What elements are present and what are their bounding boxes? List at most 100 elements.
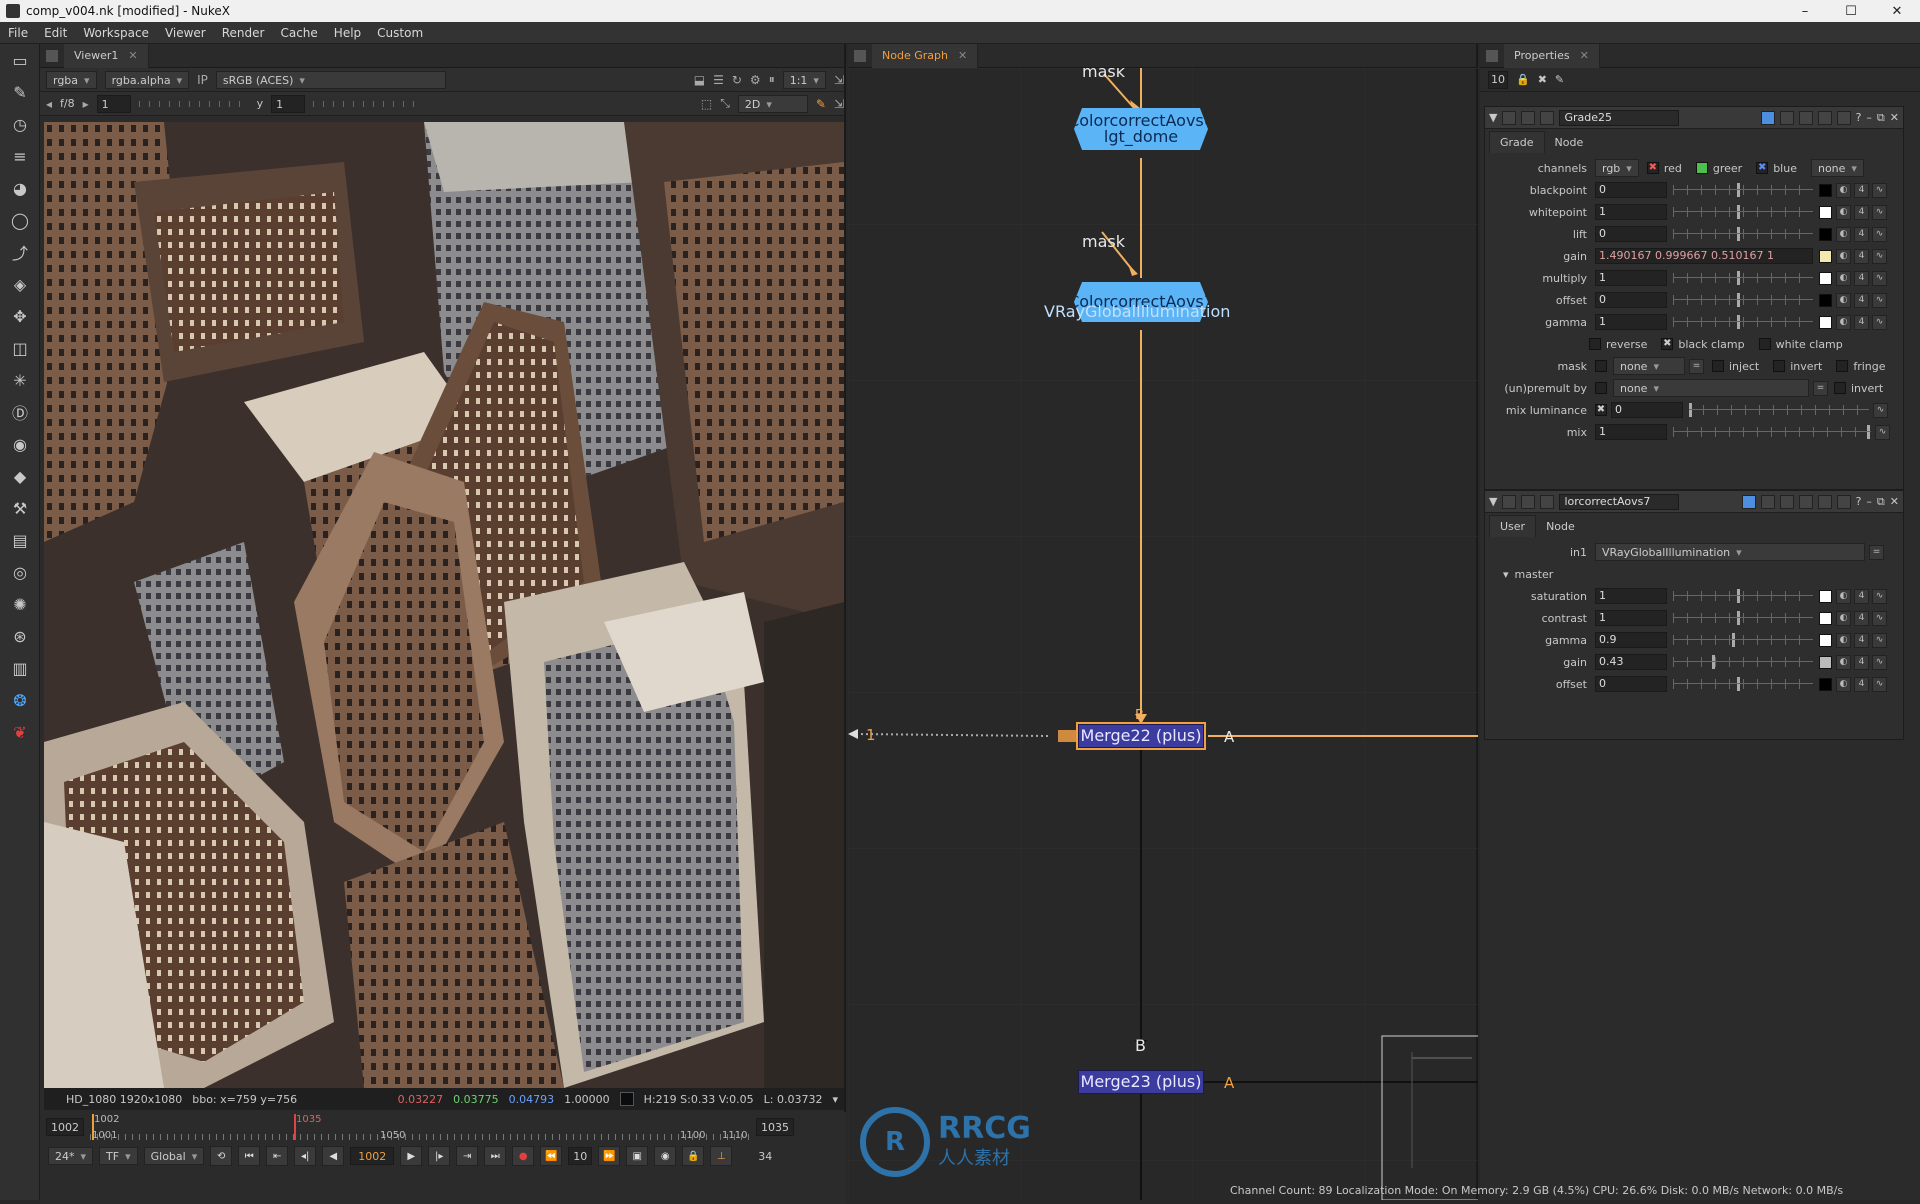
tab-properties[interactable]: Properties ✕ bbox=[1504, 43, 1600, 68]
node-merge22[interactable]: Merge22 (plus) bbox=[1076, 722, 1206, 750]
mix-luminance-checkbox[interactable]: ✖ bbox=[1595, 404, 1607, 416]
knob-slider[interactable] bbox=[1673, 227, 1813, 241]
animation-curve-icon[interactable]: ∿ bbox=[1872, 610, 1887, 626]
view-node-icon[interactable] bbox=[1502, 110, 1517, 125]
prev-frame-icon[interactable]: ◂| bbox=[294, 1146, 317, 1166]
color-swatch[interactable] bbox=[1819, 677, 1832, 691]
other-nodes-icon[interactable]: ▤ bbox=[0, 524, 40, 556]
metadata-nodes-icon[interactable]: ◆ bbox=[0, 460, 40, 492]
merge-nodes-icon[interactable]: ◈ bbox=[0, 268, 40, 300]
color-nodes-icon[interactable]: ◕ bbox=[0, 172, 40, 204]
view-mode-dropdown[interactable]: 2D bbox=[737, 94, 808, 113]
knob-slider[interactable] bbox=[1673, 205, 1813, 219]
menu-help[interactable]: Help bbox=[326, 26, 369, 40]
knob-slider[interactable] bbox=[1673, 183, 1813, 197]
color-swatch[interactable] bbox=[1819, 633, 1832, 647]
color-wheel-icon[interactable]: ◐ bbox=[1836, 588, 1851, 604]
group-expand-arrow-icon[interactable]: ▾ bbox=[1503, 568, 1509, 581]
node-name-field[interactable]: Grade25 bbox=[1559, 109, 1680, 126]
mask-checkbox[interactable] bbox=[1595, 360, 1607, 372]
toolsets-icon[interactable]: ⚒ bbox=[0, 492, 40, 524]
color-wheel-icon[interactable]: ◐ bbox=[1836, 676, 1851, 692]
knob-slider[interactable] bbox=[1673, 655, 1813, 669]
proxy-icon[interactable]: ⤡ bbox=[720, 96, 730, 111]
slider-handle[interactable] bbox=[1737, 227, 1741, 241]
channel-count-icon[interactable]: 4 bbox=[1854, 588, 1869, 604]
pause-icon[interactable]: ⏸ bbox=[769, 72, 775, 87]
record-icon[interactable]: ● bbox=[512, 1146, 535, 1166]
menu-custom[interactable]: Custom bbox=[369, 26, 431, 40]
play-backward-icon[interactable]: ◀ bbox=[322, 1146, 345, 1166]
link-icon[interactable]: = bbox=[1813, 380, 1828, 396]
color-swatch[interactable] bbox=[1819, 315, 1832, 329]
first-frame-icon[interactable]: ⏮ bbox=[238, 1146, 261, 1166]
close-window-button[interactable]: ✕ bbox=[1874, 4, 1920, 19]
channel-count-icon[interactable]: 4 bbox=[1854, 654, 1869, 670]
extra-channel-dropdown[interactable]: none bbox=[1810, 159, 1864, 177]
transform-nodes-icon[interactable]: ✥ bbox=[0, 300, 40, 332]
close-panel-icon[interactable]: ✕ bbox=[1890, 495, 1899, 508]
current-frame-field[interactable]: 1002 bbox=[350, 1147, 395, 1165]
channel-count-icon[interactable]: 4 bbox=[1854, 610, 1869, 626]
knob-value-field[interactable]: 1 bbox=[1595, 588, 1667, 604]
color-swatch[interactable] bbox=[1819, 205, 1832, 219]
channel-count-icon[interactable]: 4 bbox=[1854, 182, 1869, 198]
color-swatch[interactable] bbox=[1819, 249, 1832, 263]
prev-keyframe-icon[interactable]: ⇤ bbox=[266, 1146, 289, 1166]
link-icon[interactable]: = bbox=[1869, 544, 1884, 560]
color-wheel-icon[interactable]: ◐ bbox=[1836, 654, 1851, 670]
view-node-icon[interactable] bbox=[1502, 494, 1517, 509]
slider-handle[interactable] bbox=[1737, 589, 1741, 603]
knob-value-field[interactable]: 1 bbox=[1595, 204, 1667, 220]
close-tab-icon[interactable]: ✕ bbox=[1580, 49, 1589, 62]
animation-curve-icon[interactable]: ∿ bbox=[1872, 676, 1887, 692]
color-wheel-icon[interactable]: ◐ bbox=[1836, 182, 1851, 198]
knob-value-field[interactable]: 1 bbox=[1595, 270, 1667, 286]
menu-cache[interactable]: Cache bbox=[272, 26, 325, 40]
slider-handle[interactable] bbox=[1712, 655, 1716, 669]
mix-field[interactable]: 1 bbox=[1595, 424, 1667, 440]
mix-luminance-slider[interactable] bbox=[1689, 403, 1869, 417]
flipbook-icon[interactable]: ▣ bbox=[626, 1146, 649, 1166]
keyer-nodes-icon[interactable]: ⤴ bbox=[0, 236, 40, 268]
unpremult-dropdown[interactable]: none bbox=[1613, 379, 1809, 397]
master-group-row[interactable]: ▾ master bbox=[1485, 563, 1903, 585]
panel-grip-icon[interactable] bbox=[1486, 49, 1498, 62]
knob-value-field[interactable]: 0.43 bbox=[1595, 654, 1667, 670]
edit-icon[interactable]: ✎ bbox=[1555, 73, 1564, 86]
roi-icon[interactable]: ⬚ bbox=[701, 97, 712, 111]
tab-user[interactable]: User bbox=[1489, 515, 1537, 537]
revert-icon[interactable] bbox=[1817, 494, 1832, 509]
animation-curve-icon[interactable]: ∿ bbox=[1872, 182, 1887, 198]
invert2-checkbox[interactable]: invert bbox=[1834, 382, 1883, 395]
refresh-icon[interactable]: ↻ bbox=[732, 73, 742, 87]
fringe-checkbox[interactable]: fringe bbox=[1836, 360, 1886, 373]
out-point-field[interactable]: 1035 bbox=[756, 1118, 794, 1136]
animation-curve-icon[interactable]: ∿ bbox=[1873, 402, 1888, 418]
animation-curve-icon[interactable]: ∿ bbox=[1872, 654, 1887, 670]
frame-step-field[interactable]: 10 bbox=[568, 1147, 593, 1165]
clear-panels-icon[interactable]: ✖ bbox=[1538, 73, 1547, 86]
3d-nodes-icon[interactable]: ◫ bbox=[0, 332, 40, 364]
vray-nodes-icon[interactable]: ❂ bbox=[0, 684, 40, 716]
color-wheel-icon[interactable]: ◐ bbox=[1836, 314, 1851, 330]
colorspace-dropdown[interactable]: sRGB (ACES) bbox=[215, 70, 446, 89]
knob-value-field[interactable]: 1 bbox=[1595, 610, 1667, 626]
undo-icon[interactable] bbox=[1779, 494, 1794, 509]
gamma-slider[interactable] bbox=[313, 100, 424, 107]
channel-nodes-icon[interactable]: ≡ bbox=[0, 140, 40, 172]
mix-luminance-field[interactable]: 0 bbox=[1611, 402, 1683, 418]
node-merge23[interactable]: Merge23 (plus) bbox=[1078, 1070, 1204, 1094]
float-panel-icon[interactable]: ⧉ bbox=[1877, 111, 1885, 125]
reset-icon[interactable] bbox=[1836, 110, 1851, 125]
gain-multi-value-field[interactable]: 1.490167 0.999667 0.510167 1 bbox=[1595, 248, 1813, 264]
color-swatch-icon[interactable] bbox=[1741, 494, 1756, 509]
knob-slider[interactable] bbox=[1673, 315, 1813, 329]
knob-slider[interactable] bbox=[1673, 611, 1813, 625]
panel-grip-icon[interactable] bbox=[854, 49, 866, 62]
help-icon[interactable]: ? bbox=[1856, 495, 1862, 508]
camera-icon[interactable] bbox=[1521, 110, 1536, 125]
viewer-menu-icon[interactable]: ⇲ bbox=[834, 73, 844, 87]
knob-value-field[interactable]: 0 bbox=[1595, 292, 1667, 308]
channel-count-icon[interactable]: 4 bbox=[1854, 314, 1869, 330]
